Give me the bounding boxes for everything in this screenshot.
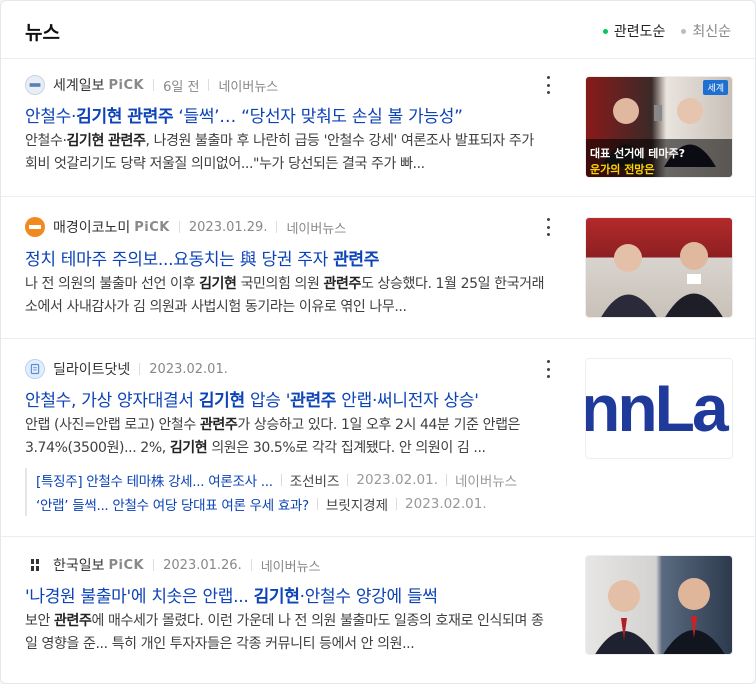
press-name[interactable]: 한국일보 [53,555,105,575]
news-summary[interactable]: 안랩 (사진=안랩 로고) 안철수 관련주가 상승하고 있다. 1일 오후 2시… [25,414,550,460]
news-headline-link[interactable]: 안철수, 가상 양자대결서 김기현 압승 '관련주 안랩·써니전자 상승' [25,386,555,411]
divider [208,79,210,91]
news-meta: 매경이코노미 PiCK 2023.01.29. 네이버뉴스 [25,216,346,238]
naver-news-link[interactable]: 네이버뉴스 [218,76,278,95]
divider [1,536,755,537]
more-options-icon[interactable] [544,218,552,236]
pick-badge: PiCK [108,557,145,573]
news-meta: 한국일보 PiCK 2023.01.26. 네이버뉴스 [25,554,321,576]
press-name[interactable]: 딜라이트닷넷 [53,359,130,379]
naver-news-link[interactable]: 네이버뉴스 [286,218,346,237]
divider [178,221,180,233]
thumb-logo-text: nnLa [585,371,729,445]
news-thumbnail[interactable]: nnLa [585,358,733,459]
press-logo-icon[interactable] [25,217,45,237]
press-logo-icon[interactable] [25,75,45,95]
news-meta: 세계일보 PiCK 6일 전 네이버뉴스 [25,74,278,96]
news-panel: 뉴스 관련도순 최신순 세계일보 PiCK 6일 전 네이버뉴스 안철수·김기현… [0,0,756,684]
divider [153,79,155,91]
related-date: 2023.02.01. [356,472,438,488]
press-logo-icon[interactable] [25,555,45,575]
publish-time: 6일 전 [163,79,200,95]
related-article: ‘안랩’ 들썩... 안철수 여당 당대표 여론 우세 효과? 브릿지경제 20… [36,492,555,516]
news-meta: 딜라이트닷넷 2023.02.01. [25,358,228,380]
publish-time: 2023.01.26. [163,557,242,573]
divider [347,474,349,486]
unselected-dot-icon [681,28,687,34]
thumb-caption-line2: 운가의 전망은 [590,163,655,176]
related-press-name[interactable]: 브릿지경제 [326,494,388,514]
news-headline-link[interactable]: 안철수·김기현 관련주 ‘들썩’… “당선자 맞춰도 손실 볼 가능성” [25,102,555,127]
press-name[interactable]: 매경이코노미 [53,217,130,237]
news-headline-link[interactable]: '나경원 불출마'에 치솟은 안랩... 김기현·안철수 양강에 들썩 [25,582,555,607]
divider [446,474,447,486]
news-thumbnail[interactable] [585,555,733,655]
pick-badge: PiCK [108,77,145,93]
press-name[interactable]: 세계일보 [53,75,105,95]
related-article-link[interactable]: [특징주] 안철수 테마株 강세... 여론조사 ... [36,470,273,490]
sort-latest-label: 최신순 [692,24,731,40]
sort-relevance-label: 관련도순 [613,24,666,40]
related-date: 2023.02.01. [405,496,487,512]
divider [1,338,755,339]
divider [396,498,398,510]
naver-news-link[interactable]: 네이버뉴스 [261,556,321,575]
document-icon[interactable] [25,359,45,379]
news-summary[interactable]: 안철수·김기현 관련주, 나경원 불출마 후 나란히 급등 '안철수 강세' 여… [25,130,550,176]
thumb-badge: 세계 [703,80,728,95]
divider [250,559,252,571]
more-options-icon[interactable] [544,76,552,94]
selected-dot-icon [602,28,608,34]
thumb-caption-line1: 대표 선거에 테마주? [590,147,685,160]
naver-news-link[interactable]: 네이버뉴스 [455,470,517,490]
related-articles: [특징주] 안철수 테마株 강세... 여론조사 ... 조선비즈 2023.0… [25,468,555,516]
related-press-name[interactable]: 조선비즈 [290,470,340,490]
related-article-link[interactable]: ‘안랩’ 들썩... 안철수 여당 당대표 여론 우세 효과? [36,494,309,514]
sort-latest-button[interactable]: 최신순 [681,21,731,41]
divider [316,498,318,510]
news-summary[interactable]: 보안 관련주에 매수세가 몰렸다. 이런 가운데 나 전 의원 불출마도 일종의… [25,610,550,656]
pick-badge: PiCK [134,219,170,235]
news-thumbnail[interactable]: 세계 대표 선거에 테마주? 운가의 전망은 [585,76,733,178]
divider [280,474,282,486]
publish-time: 2023.01.29. [188,219,268,235]
news-thumbnail[interactable] [585,217,733,318]
related-article: [특징주] 안철수 테마株 강세... 여론조사 ... 조선비즈 2023.0… [36,468,555,492]
more-options-icon[interactable] [544,360,552,378]
news-summary[interactable]: 나 전 의원의 불출마 선언 이후 김기현 국민의힘 의원 관련주도 상승했다.… [25,273,550,319]
news-header: 뉴스 관련도순 최신순 [1,1,755,59]
sort-options: 관련도순 최신순 [602,21,731,41]
section-title: 뉴스 [25,22,60,44]
divider [1,196,755,197]
news-headline-link[interactable]: 정치 테마주 주의보...요동치는 與 당권 주자 관련주 [25,245,555,270]
divider [276,221,278,233]
publish-time: 2023.02.01. [149,361,228,377]
divider [153,559,155,571]
divider [139,363,141,375]
sort-relevance-button[interactable]: 관련도순 [602,21,666,41]
